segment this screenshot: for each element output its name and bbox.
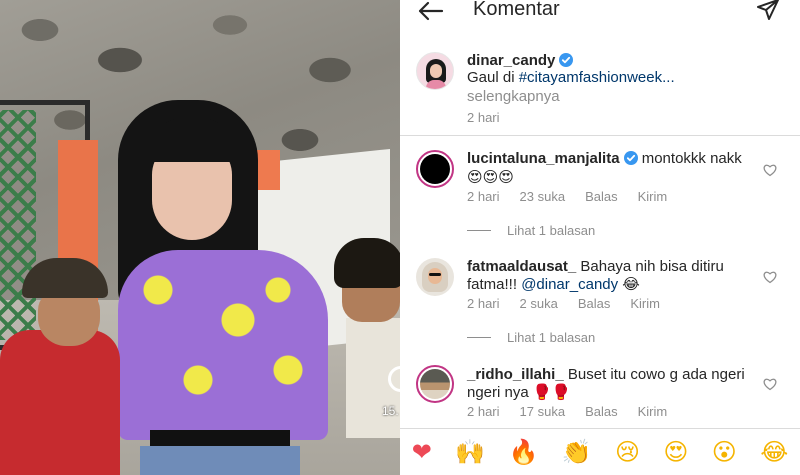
- emoji-raised-hands[interactable]: 🙌: [455, 440, 485, 464]
- avatar-glasses: [429, 273, 441, 276]
- emoji-bar: ❤ 🙌 🔥 👏 😢 😍 😮 😂: [400, 428, 800, 475]
- send-button[interactable]: Kirim: [638, 189, 668, 204]
- comment-text: Buset itu cowo g ada ngeri: [567, 366, 745, 383]
- comment-time: 2 hari: [467, 296, 500, 311]
- comments-header: Komentar: [400, 0, 800, 32]
- caption-hashtag[interactable]: #citayamfashionweek...: [519, 69, 675, 86]
- header-title: Komentar: [473, 0, 560, 20]
- comment-line: fatmaaldausat_ Bahaya nih bisa ditiru: [467, 258, 724, 275]
- emoji-fire[interactable]: 🔥: [508, 440, 538, 464]
- comment-likes[interactable]: 23 suka: [520, 189, 566, 204]
- heart-outline-icon[interactable]: [763, 377, 777, 391]
- avatar-fatma[interactable]: [416, 258, 454, 296]
- comment-meta: 2 hari 2 suka Balas Kirim: [467, 296, 680, 311]
- comments-panel: Komentar dinar_candy Gaul di #citayamfas…: [400, 0, 800, 475]
- emoji-heart-eyes[interactable]: 😍: [663, 440, 688, 464]
- view-replies[interactable]: Lihat 1 balasan: [467, 330, 595, 345]
- comment-likes[interactable]: 17 suka: [520, 404, 566, 419]
- comment-text-suffix: 😂: [618, 276, 640, 293]
- comment-text: Bahaya nih bisa ditiru: [580, 258, 724, 275]
- comment-username[interactable]: fatmaaldausat_: [467, 258, 576, 275]
- emoji-heart[interactable]: ❤: [412, 440, 432, 464]
- caption-more-link[interactable]: selengkapnya: [467, 88, 560, 105]
- emoji-surprised-face[interactable]: 😮: [712, 440, 737, 464]
- comment-line-2: 😍😍😍: [467, 169, 514, 186]
- video-frame[interactable]: 15.: [0, 0, 400, 475]
- avatar-ridho[interactable]: [416, 365, 454, 403]
- comment-time: 2 hari: [467, 189, 500, 204]
- send-button[interactable]: Kirim: [630, 296, 660, 311]
- heart-outline-icon[interactable]: [763, 163, 777, 177]
- caption-text: Gaul di #citayamfashionweek...: [467, 69, 675, 86]
- view-replies-label: Lihat 1 balasan: [507, 223, 596, 238]
- replies-rule: [467, 230, 491, 231]
- left-person-shirt: [0, 330, 120, 475]
- comment-line-2: fatma!!! @dinar_candy 😂: [467, 275, 640, 293]
- right-person-hair: [334, 238, 400, 288]
- comment-text: montokkk nakk: [641, 150, 742, 167]
- comment-time: 2 hari: [467, 404, 500, 419]
- reply-button[interactable]: Balas: [578, 296, 611, 311]
- caption-divider: [400, 135, 800, 136]
- emoji-tears-of-joy[interactable]: 😂: [760, 440, 788, 464]
- avatar-dinar-candy[interactable]: [416, 52, 454, 90]
- emoji-crying-face[interactable]: 😢: [615, 440, 640, 464]
- heart-outline-icon[interactable]: [763, 270, 777, 284]
- back-arrow-icon[interactable]: [416, 0, 444, 22]
- avatar-image: [420, 369, 450, 399]
- woman-belt: [150, 430, 290, 446]
- woman-floral-top: [118, 250, 328, 440]
- caption-time: 2 hari: [467, 110, 500, 125]
- send-icon[interactable]: [756, 0, 780, 21]
- caption-username-row: dinar_candy: [467, 52, 574, 69]
- view-replies[interactable]: Lihat 1 balasan: [467, 223, 595, 238]
- avatar-image: [420, 154, 450, 184]
- comment-line: _ridho_illahi_ Buset itu cowo g ada nger…: [467, 366, 745, 383]
- avatar-body: [426, 80, 446, 89]
- reply-button[interactable]: Balas: [585, 404, 618, 419]
- reply-button[interactable]: Balas: [585, 189, 618, 204]
- comment-mention[interactable]: @dinar_candy: [521, 276, 618, 293]
- comment-meta: 2 hari 17 suka Balas Kirim: [467, 404, 687, 419]
- comment-line: lucintaluna_manjalita montokkk nakk: [467, 150, 742, 167]
- comment-username[interactable]: lucintaluna_manjalita: [467, 150, 620, 167]
- emoji-clapping-hands[interactable]: 👏: [562, 440, 592, 464]
- comment-meta: 2 hari 23 suka Balas Kirim: [467, 189, 687, 204]
- comment-line-2: ngeri nya 🥊🥊: [467, 384, 571, 401]
- caption-prefix: Gaul di: [467, 69, 519, 86]
- left-person-face: [38, 290, 100, 346]
- avatar-lucinta[interactable]: [416, 150, 454, 188]
- replies-rule: [467, 337, 491, 338]
- green-scaffold: [0, 110, 36, 340]
- view-replies-label: Lihat 1 balasan: [507, 330, 596, 345]
- woman-jeans: [140, 446, 300, 475]
- verified-badge-icon: [623, 151, 638, 165]
- avatar-face: [430, 64, 442, 78]
- comment-likes[interactable]: 2 suka: [520, 296, 558, 311]
- caption-username[interactable]: dinar_candy: [467, 52, 555, 69]
- comment-username[interactable]: _ridho_illahi_: [467, 366, 564, 383]
- verified-badge-icon: [559, 53, 574, 67]
- send-button[interactable]: Kirim: [638, 404, 668, 419]
- video-timestamp: 15.: [382, 404, 399, 418]
- avatar-face: [428, 268, 442, 284]
- comment-text-prefix: fatma!!!: [467, 276, 522, 293]
